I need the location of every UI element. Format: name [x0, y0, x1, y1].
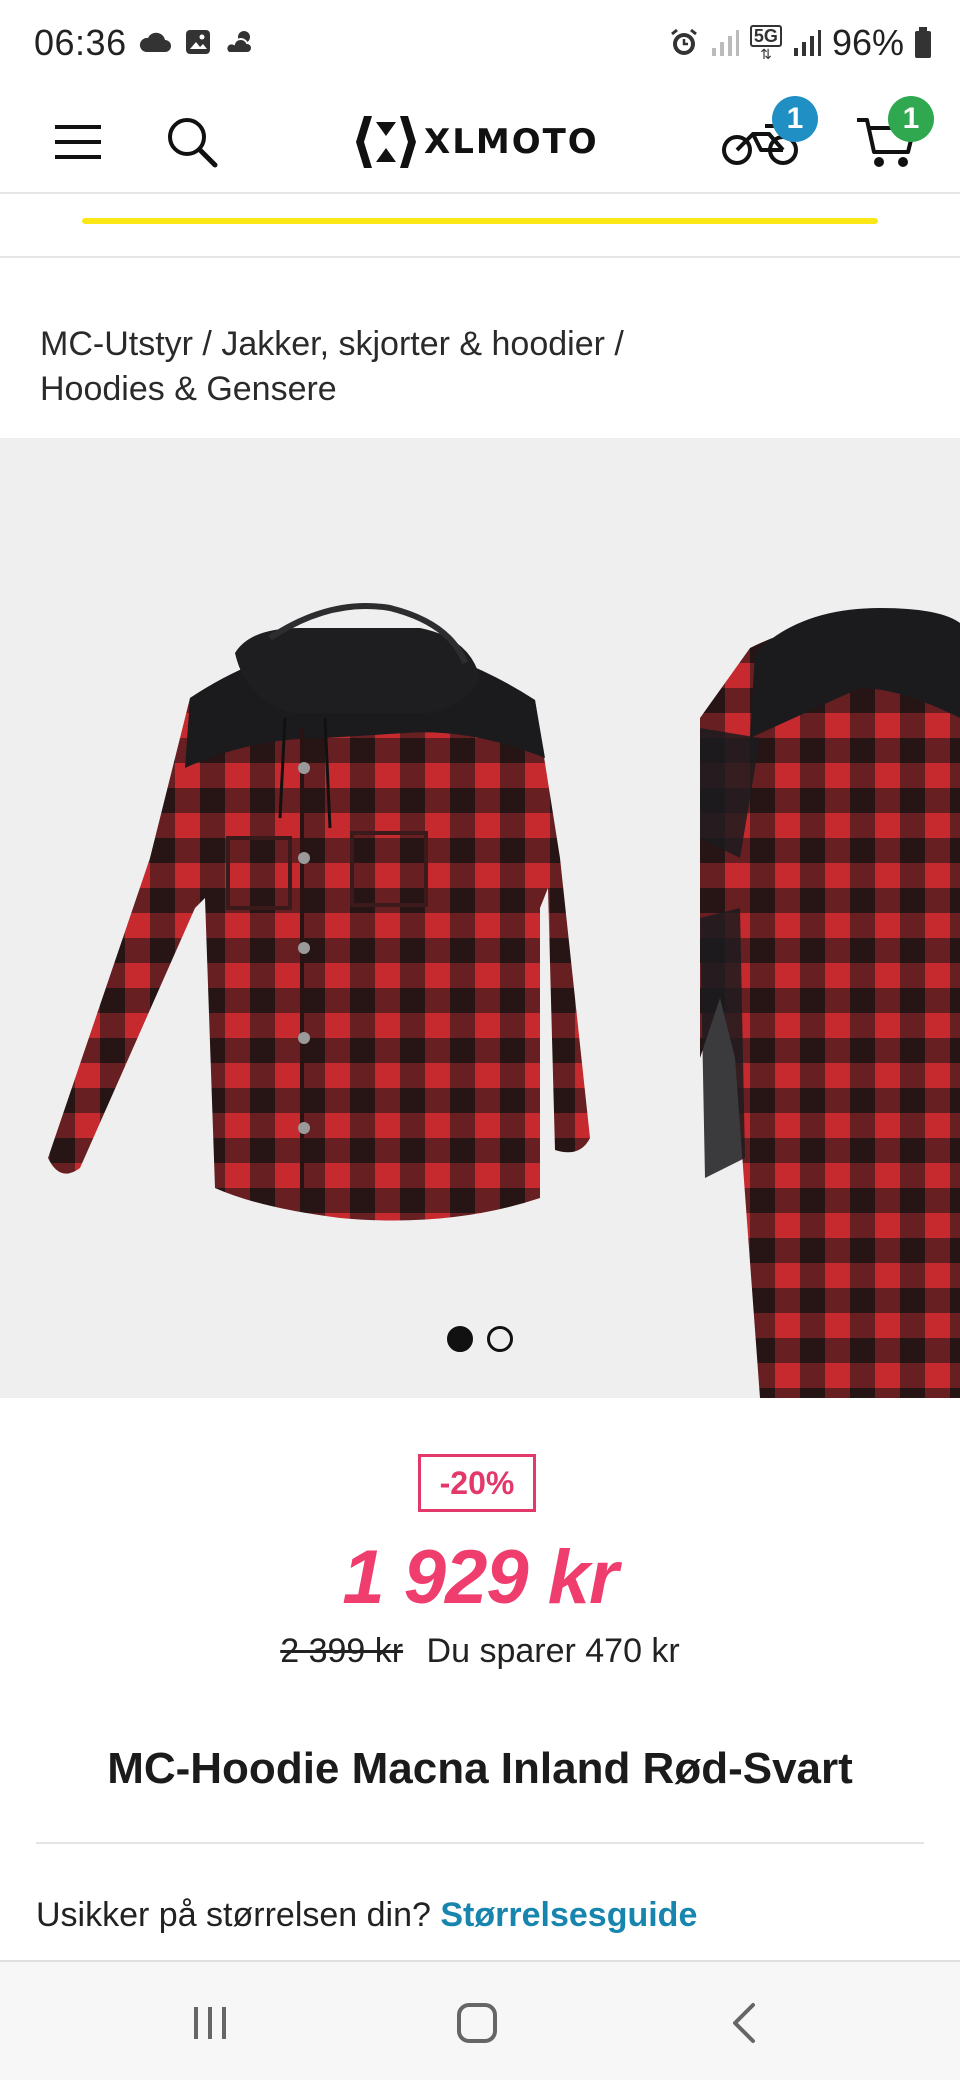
yellow-accent-line — [82, 218, 878, 224]
recent-apps-button[interactable] — [165, 1988, 255, 2058]
back-button[interactable] — [700, 1988, 790, 2058]
hamburger-menu-icon — [55, 125, 101, 159]
network-label: 5G — [749, 25, 782, 47]
recent-apps-icon — [194, 2007, 226, 2039]
home-icon — [457, 2003, 497, 2043]
divider — [36, 1842, 924, 1844]
breadcrumb-item-mc-utstyr[interactable]: MC-Utstyr — [40, 325, 193, 363]
cart-badge: 1 — [888, 96, 934, 142]
promo-strip — [0, 196, 960, 258]
xlmoto-logo-icon — [356, 116, 416, 168]
search-button[interactable] — [152, 102, 232, 182]
back-icon — [733, 2003, 755, 2043]
old-price: 2 399 kr — [280, 1632, 404, 1670]
alarm-icon — [670, 28, 697, 55]
breadcrumb: MC-Utstyr / Jakker, skjorter & hoodier /… — [40, 322, 920, 412]
savings-text: Du sparer 470 kr — [426, 1632, 680, 1670]
cart-button[interactable]: 1 — [846, 96, 934, 182]
size-guide-link[interactable]: Størrelsesguide — [440, 1896, 697, 1934]
home-button[interactable] — [432, 1988, 522, 2058]
discount-badge: -20% — [418, 1454, 536, 1512]
cloud-icon — [139, 32, 171, 52]
logo-text: XLMOTO — [424, 122, 599, 162]
image-icon — [186, 30, 210, 54]
price-comparison: 2 399 kr Du sparer 470 kr — [0, 1632, 960, 1671]
status-left-icons — [138, 28, 258, 56]
size-question: Usikker på størrelsen din? — [36, 1896, 431, 1934]
carousel-dot-1[interactable] — [447, 1326, 473, 1352]
product-price: 1 929 kr — [342, 1535, 618, 1620]
product-image[interactable] — [0, 438, 960, 1398]
breadcrumb-separator: / — [202, 325, 212, 363]
signal-weak-icon — [711, 30, 739, 56]
breadcrumb-item-jakker[interactable]: Jakker, skjorter & hoodier — [221, 325, 605, 363]
status-bar: 06:36 5G ⇅ 96% — [0, 0, 960, 90]
my-bike-button[interactable]: 1 — [710, 96, 818, 182]
carousel-dots — [0, 1326, 960, 1352]
battery-icon — [915, 27, 931, 58]
size-guide-row: Usikker på størrelsen din? Størrelsesgui… — [36, 1896, 697, 1935]
status-time: 06:36 — [34, 22, 127, 63]
signal-icon — [793, 30, 821, 56]
battery-percent: 96% — [831, 22, 904, 63]
breadcrumb-item-hoodies[interactable]: Hoodies & Gensere — [40, 370, 337, 408]
carousel-dot-2[interactable] — [487, 1326, 513, 1352]
system-nav-bar — [0, 1960, 960, 2080]
menu-button[interactable] — [38, 102, 118, 182]
bike-badge: 1 — [772, 96, 818, 142]
search-icon — [168, 118, 218, 168]
breadcrumb-separator: / — [614, 325, 624, 363]
app-header: XLMOTO 1 1 — [0, 90, 960, 194]
xlmoto-logo[interactable]: XLMOTO — [354, 108, 599, 176]
product-image-carousel[interactable] — [0, 438, 960, 1398]
product-title: MC-Hoodie Macna Inland Rød-Svart — [107, 1744, 853, 1793]
network-5g-icon: 5G ⇅ — [749, 25, 782, 61]
status-right-icons: 5G ⇅ 96% — [668, 22, 932, 64]
weather-icon — [225, 31, 253, 54]
